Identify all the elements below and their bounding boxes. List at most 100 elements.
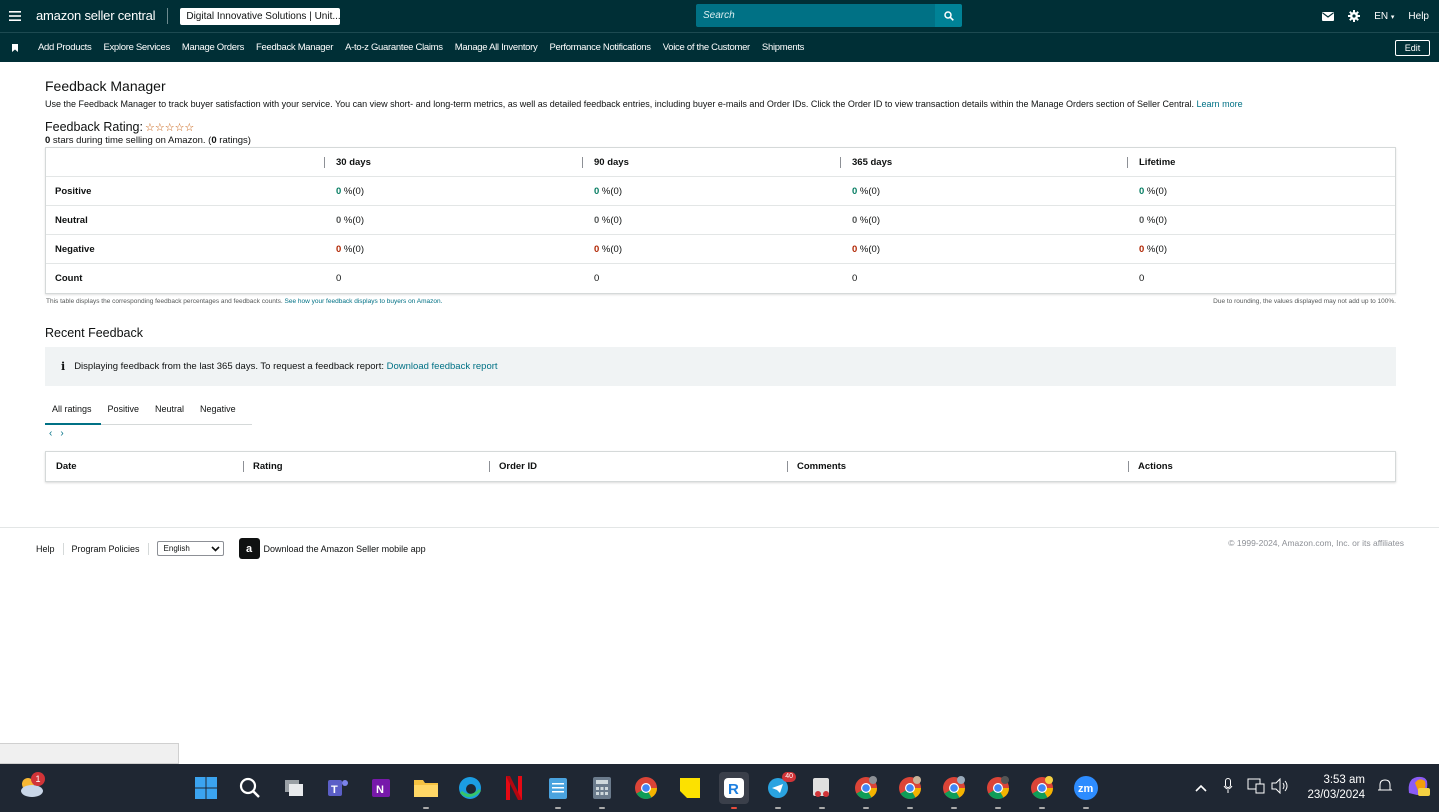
calculator-icon[interactable] <box>587 772 617 809</box>
network-icon[interactable] <box>1247 778 1265 799</box>
nav-a-to-z-claims[interactable]: A-to-z Guarantee Claims <box>345 42 443 53</box>
telegram-badge: 40 <box>782 772 796 782</box>
notepad-icon[interactable] <box>543 772 573 809</box>
rounding-note: Due to rounding, the values displayed ma… <box>1213 298 1396 305</box>
nav-explore-services[interactable]: Explore Services <box>103 42 170 53</box>
column-header-comments[interactable]: Comments <box>787 461 1128 472</box>
task-view-icon[interactable] <box>279 772 309 804</box>
volume-icon[interactable] <box>1271 777 1289 799</box>
chevron-up-icon[interactable] <box>1195 779 1208 797</box>
header-utilities: EN ▾ Help <box>1322 0 1429 32</box>
remote-app-icon[interactable]: R <box>719 772 749 809</box>
running-indicator <box>819 807 825 809</box>
table-cell: 0 %(0) <box>852 243 880 255</box>
sticky-notes-icon[interactable] <box>675 772 705 804</box>
file-explorer-icon[interactable] <box>411 772 441 809</box>
table-footnote: This table displays the corresponding fe… <box>46 298 443 305</box>
menu-icon[interactable] <box>0 0 30 32</box>
running-indicator <box>863 807 869 809</box>
tab-all-ratings[interactable]: All ratings <box>45 399 101 425</box>
nav-voice-of-customer[interactable]: Voice of the Customer <box>663 42 750 53</box>
clock[interactable]: 3:53 am 23/03/2024 <box>1307 773 1365 803</box>
netflix-icon[interactable] <box>499 772 529 804</box>
windows-start-icon[interactable] <box>191 772 221 804</box>
tab-neutral[interactable]: Neutral <box>148 399 193 425</box>
running-indicator <box>951 807 957 809</box>
chevron-right-icon[interactable]: › <box>60 428 63 439</box>
feedback-rating: Feedback Rating: ☆☆☆☆☆ <box>45 120 195 134</box>
chrome-profile-5-icon[interactable] <box>1027 772 1057 809</box>
footer-help-link[interactable]: Help <box>36 544 55 554</box>
download-report-link[interactable]: Download feedback report <box>387 361 498 372</box>
table-cell: 0 %(0) <box>336 185 364 197</box>
seller-central-logo[interactable]: amazon seller central <box>30 8 169 24</box>
page-title: Feedback Manager <box>45 78 166 94</box>
feedback-display-link[interactable]: See how your feedback displays to buyers… <box>285 298 443 305</box>
onenote-icon[interactable]: N <box>367 772 397 804</box>
amazon-app-icon[interactable]: a <box>238 538 260 559</box>
mail-icon[interactable] <box>1322 11 1335 21</box>
column-header-date[interactable]: Date <box>46 461 243 472</box>
search-icon[interactable] <box>235 772 265 804</box>
row-label: Positive <box>55 185 92 197</box>
edit-bookmarks-button[interactable]: Edit <box>1395 40 1430 56</box>
chevron-left-icon[interactable]: ‹ <box>49 428 52 439</box>
pagination: ‹ › <box>49 428 64 439</box>
search-button[interactable] <box>935 4 962 27</box>
column-header-order-id[interactable]: Order ID <box>489 461 787 472</box>
teams-icon[interactable]: T <box>323 772 353 804</box>
table-header: 30 days <box>324 156 582 168</box>
recent-feedback-title: Recent Feedback <box>45 326 143 340</box>
copilot-icon[interactable] <box>1405 773 1431 804</box>
bookmark-icon[interactable] <box>0 33 30 63</box>
table-cell: 0 %(0) <box>852 214 880 226</box>
tab-positive[interactable]: Positive <box>101 399 149 425</box>
gear-icon[interactable] <box>1348 10 1361 22</box>
mobile-app-link[interactable]: Download the Amazon Seller mobile app <box>264 544 426 554</box>
footer-language-select[interactable]: English <box>156 541 224 556</box>
browser-status-bar <box>0 743 179 764</box>
running-indicator <box>995 807 1001 809</box>
edge-icon[interactable] <box>455 772 485 804</box>
nav-feedback-manager[interactable]: Feedback Manager <box>256 42 333 53</box>
account-switcher[interactable]: Digital Innovative Solutions | Unit... <box>180 7 341 25</box>
tab-negative[interactable]: Negative <box>193 399 245 425</box>
telegram-icon[interactable]: 40 <box>763 772 796 809</box>
table-header: 90 days <box>582 156 840 168</box>
column-header-rating[interactable]: Rating <box>243 461 489 472</box>
table-header: Lifetime <box>1127 156 1395 168</box>
running-indicator <box>1039 807 1045 809</box>
running-indicator <box>731 807 737 809</box>
table-header-row: 30 days 90 days 365 days Lifetime <box>46 148 1395 177</box>
snipping-tool-icon[interactable] <box>807 772 837 809</box>
table-cell: 0 %(0) <box>594 185 622 197</box>
rating-summary: 0 stars during time selling on Amazon. (… <box>45 135 251 146</box>
search-input[interactable]: Search <box>696 4 936 27</box>
chrome-profile-2-icon[interactable] <box>895 772 925 809</box>
chrome-icon[interactable] <box>631 772 661 804</box>
table-row-negative: Negative 0 %(0) 0 %(0) 0 %(0) 0 %(0) <box>46 235 1395 264</box>
zoom-icon[interactable]: zm <box>1071 772 1101 809</box>
nav-manage-orders[interactable]: Manage Orders <box>182 42 244 53</box>
nav-shipments[interactable]: Shipments <box>762 42 804 53</box>
row-label: Negative <box>55 243 95 255</box>
nav-manage-inventory[interactable]: Manage All Inventory <box>455 42 538 53</box>
microphone-icon[interactable] <box>1223 777 1233 799</box>
bookmark-items: Add Products Explore Services Manage Ord… <box>30 42 804 53</box>
table-cell: 0 %(0) <box>336 243 364 255</box>
running-indicator <box>1083 807 1089 809</box>
notifications-icon[interactable] <box>1377 778 1393 799</box>
language-selector[interactable]: EN ▾ <box>1374 11 1394 22</box>
learn-more-link[interactable]: Learn more <box>1197 99 1243 109</box>
program-policies-link[interactable]: Program Policies <box>72 544 140 554</box>
table-cell: 0 %(0) <box>1139 214 1167 226</box>
running-indicator <box>907 807 913 809</box>
chrome-profile-3-icon[interactable] <box>939 772 969 809</box>
copyright: © 1999-2024, Amazon.com, Inc. or its aff… <box>1228 538 1404 548</box>
chrome-profile-1-icon[interactable] <box>851 772 881 809</box>
nav-add-products[interactable]: Add Products <box>38 42 92 53</box>
help-link[interactable]: Help <box>1408 11 1429 22</box>
nav-performance-notifications[interactable]: Performance Notifications <box>549 42 651 53</box>
chrome-profile-4-icon[interactable] <box>983 772 1013 809</box>
chevron-down-icon <box>210 545 220 552</box>
